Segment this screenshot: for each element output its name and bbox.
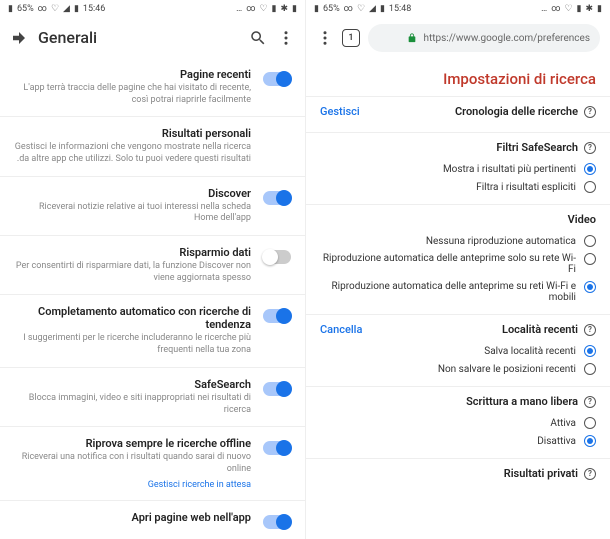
page-title: Impostazioni di ricerca: [306, 58, 610, 96]
toggle-switch[interactable]: [263, 309, 291, 323]
status-battery: 65%: [17, 4, 34, 14]
radio-icon: [584, 435, 596, 447]
toggle-switch[interactable]: [263, 250, 291, 264]
manage-link[interactable]: Gestisci: [320, 105, 360, 118]
setting-title: Completamento automatico con ricerche di…: [14, 305, 251, 331]
status-time: 15:48: [389, 4, 411, 14]
tabs-button[interactable]: 1: [342, 29, 360, 47]
section-heading: Video: [568, 213, 596, 226]
section-private: ? Risultati privati: [306, 458, 610, 494]
setting-item[interactable]: SafeSearch Blocca immagini, video e siti …: [0, 368, 305, 427]
status-bar: ▮✱▮♡∞… 15:46 ▮◢♡∞ 65% ▮: [0, 0, 305, 18]
setting-title: Discover: [14, 187, 251, 200]
section-location: ? Località recenti Cancella Salva locali…: [306, 314, 610, 386]
url-bar[interactable]: https://www.google.com/preferences: [368, 24, 600, 52]
help-icon[interactable]: ?: [584, 468, 596, 480]
lock-icon: [407, 33, 417, 43]
setting-item[interactable]: Risparmio dati Per consentirti di risparm…: [0, 236, 305, 295]
setting-desc: Per consentirti di risparmiare dati, la …: [14, 261, 251, 284]
section-safesearch: ? Filtri SafeSearch Mostra i risultati p…: [306, 132, 610, 204]
radio-option[interactable]: Riproduzione automatica delle anteprime …: [320, 278, 596, 306]
radio-option[interactable]: Disattiva: [320, 432, 596, 450]
help-icon[interactable]: ?: [584, 396, 596, 408]
help-icon[interactable]: ?: [584, 106, 596, 118]
section-heading: Filtri SafeSearch: [496, 141, 578, 154]
radio-icon: [584, 181, 596, 193]
more-icon[interactable]: [316, 29, 334, 47]
section-heading: Scrittura a mano libera: [466, 395, 578, 408]
setting-link[interactable]: Gestisci ricerche in attesa: [14, 480, 251, 490]
radio-option[interactable]: Riproduzione automatica delle anteprime …: [320, 250, 596, 278]
more-icon[interactable]: [277, 29, 295, 47]
setting-item[interactable]: Discover Riceverai notizie relative ai tu…: [0, 177, 305, 236]
radio-icon: [584, 163, 596, 175]
setting-title: Riprova sempre le ricerche offline: [14, 437, 251, 450]
radio-option[interactable]: Attiva: [320, 414, 596, 432]
radio-icon: [584, 281, 596, 293]
setting-title: Apri pagine web nell'app: [14, 511, 251, 524]
section-heading: Risultati privati: [504, 467, 578, 480]
setting-desc: I suggerimenti per le ricerche includera…: [14, 333, 251, 356]
setting-desc: L'app terrà traccia delle pagine che hai…: [14, 83, 251, 106]
toggle-switch[interactable]: [263, 515, 291, 529]
setting-title: Risparmio dati: [14, 246, 251, 259]
setting-desc: Blocca immagini, video e siti inappropri…: [14, 393, 251, 416]
help-icon[interactable]: ?: [584, 142, 596, 154]
setting-title: Pagine recenti: [14, 68, 251, 81]
toggle-switch[interactable]: [263, 382, 291, 396]
toggle-switch[interactable]: [263, 72, 291, 86]
section-heading: Cronologia delle ricerche: [455, 105, 578, 118]
status-battery: 65%: [323, 4, 340, 14]
radio-option[interactable]: Filtra i risultati espliciti: [320, 178, 596, 196]
setting-title: SafeSearch: [14, 378, 251, 391]
setting-item[interactable]: Completamento automatico con ricerche di…: [0, 295, 305, 367]
radio-icon: [584, 253, 596, 265]
status-bar: ▮✱▮♡∞… 15:48 ▮◢♡∞ 65% ▮: [306, 0, 610, 18]
app-toolbar: Generali: [0, 18, 305, 58]
back-arrow-icon[interactable]: [10, 29, 28, 47]
browser-toolbar: https://www.google.com/preferences 1: [306, 18, 610, 58]
section-handwriting: ? Scrittura a mano libera Attiva Disatti…: [306, 386, 610, 458]
help-icon[interactable]: ?: [584, 324, 596, 336]
radio-option[interactable]: Salva località recenti: [320, 342, 596, 360]
toggle-switch[interactable]: [263, 191, 291, 205]
search-icon[interactable]: [249, 29, 267, 47]
radio-icon: [584, 363, 596, 375]
radio-option[interactable]: Mostra i risultati più pertinenti: [320, 160, 596, 178]
setting-item[interactable]: Risultati personali Gestisci le informazi…: [0, 117, 305, 176]
setting-title: Risultati personali: [14, 127, 251, 140]
setting-desc: Riceverai una notifica con i risultati q…: [14, 452, 251, 475]
toggle-switch[interactable]: [263, 441, 291, 455]
setting-item[interactable]: Apri pagine web nell'app: [0, 501, 305, 539]
radio-icon: [584, 235, 596, 247]
section-heading: Località recenti: [502, 323, 578, 336]
setting-desc: Gestisci le informazioni che vengono mos…: [14, 142, 251, 165]
radio-option[interactable]: Non salvare le posizioni recenti: [320, 360, 596, 378]
setting-item[interactable]: Riprova sempre le ricerche offline Riceve…: [0, 427, 305, 500]
setting-item[interactable]: Pagine recenti L'app terrà traccia delle …: [0, 58, 305, 117]
radio-option[interactable]: Nessuna riproduzione automatica: [320, 232, 596, 250]
section-video: Video Nessuna riproduzione automatica Ri…: [306, 204, 610, 314]
radio-icon: [584, 417, 596, 429]
url-text: https://www.google.com/preferences: [423, 33, 590, 44]
radio-icon: [584, 345, 596, 357]
setting-desc: Riceverai notizie relative ai tuoi inter…: [14, 202, 251, 225]
settings-list: Pagine recenti L'app terrà traccia delle …: [0, 58, 305, 539]
screen-title: Generali: [38, 28, 97, 47]
status-time: 15:46: [83, 4, 105, 14]
section-history: ? Cronologia delle ricerche Gestisci: [306, 96, 610, 132]
delete-link[interactable]: Cancella: [320, 323, 362, 336]
